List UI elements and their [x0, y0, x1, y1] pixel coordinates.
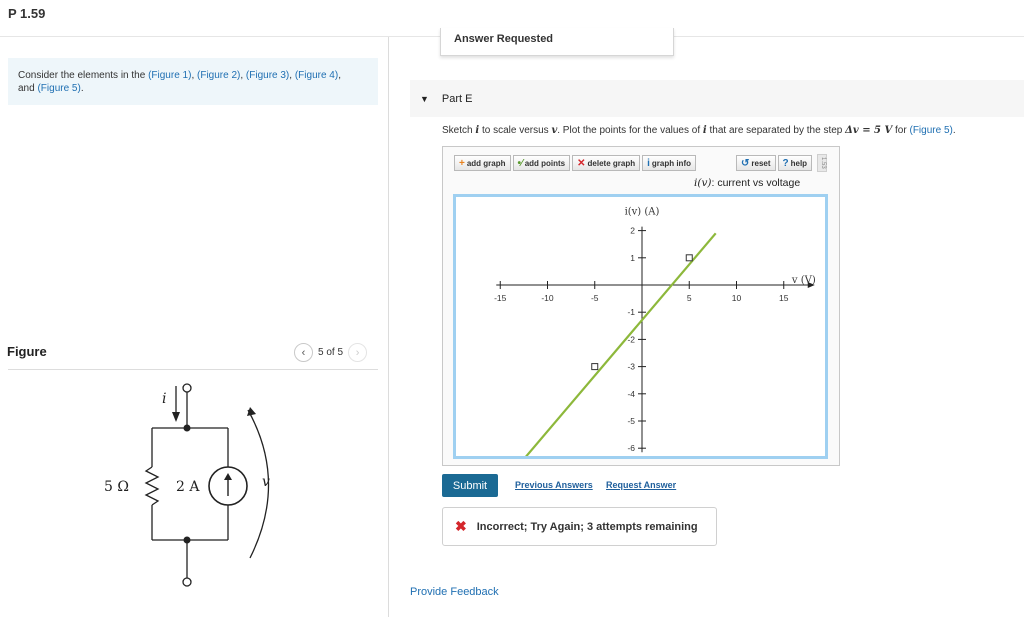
provide-feedback-link[interactable]: Provide Feedback	[410, 586, 499, 598]
resistor-symbol	[144, 466, 160, 506]
info-icon: i	[647, 157, 650, 169]
help-button[interactable]: ? help	[777, 155, 813, 171]
graph-toolbar-right: ↺ reset ? help	[736, 155, 813, 171]
resistor-label: 5 Ω	[104, 479, 129, 495]
feedback-message: ✖ Incorrect; Try Again; 3 attempts remai…	[442, 507, 717, 546]
graph-info-button[interactable]: i graph info	[642, 155, 696, 171]
y-tick-label: -1	[627, 307, 635, 317]
y-tick-label: 1	[630, 253, 635, 263]
prompt-figure-5-link[interactable]: (Figure 5)	[909, 125, 952, 136]
y-tick-label: -3	[627, 362, 635, 372]
answer-requested-tab[interactable]: Answer Requested	[440, 28, 674, 56]
circuit-diagram: i 5 Ω 2 A v	[104, 383, 270, 587]
part-title: Part E	[441, 92, 473, 105]
graph-canvas[interactable]: -15 -10 -5 5 10 15 2 1 -1 -2 -3 -4 -5 -6 i(v) (A) v (V)	[453, 194, 828, 459]
points-icon: •⁄	[517, 157, 523, 169]
figure-2-link[interactable]: (Figure 2)	[197, 70, 240, 81]
chart-svg[interactable]: -15 -10 -5 5 10 1521-1-2-3-4-5-6i(v) (A)v (V)	[456, 197, 825, 456]
figure-1-link[interactable]: (Figure 1)	[148, 70, 191, 81]
x-tick-label: 5	[687, 293, 692, 303]
current-label: i	[162, 391, 166, 407]
x-tick-label: -10	[541, 293, 554, 303]
y-tick-label: -5	[627, 416, 635, 426]
collapse-triangle-icon[interactable]: ▼	[420, 94, 429, 104]
figure-4-link[interactable]: (Figure 4)	[295, 70, 338, 81]
add-points-button[interactable]: •⁄ add points	[512, 155, 571, 171]
request-answer-link[interactable]: Request Answer	[606, 480, 676, 490]
chevron-left-icon[interactable]: ‹	[294, 343, 313, 362]
pager-count: 5 of 5	[318, 347, 344, 358]
chevron-right-icon[interactable]: ›	[348, 343, 368, 362]
help-icon: ?	[782, 157, 789, 169]
graph-title: i(v): current vs voltage	[694, 177, 801, 189]
top-terminal	[182, 383, 192, 393]
column-divider	[388, 37, 389, 617]
figure-heading: Figure	[7, 344, 47, 359]
x-mark-icon: ✖	[455, 518, 467, 534]
y-tick-label: -4	[627, 389, 635, 399]
data-point	[591, 363, 599, 371]
x-tick-label: -5	[591, 293, 599, 303]
bottom-terminal	[182, 577, 192, 587]
add-graph-button[interactable]: + add graph	[454, 155, 511, 171]
series-line	[525, 232, 717, 456]
plus-icon: +	[459, 157, 465, 169]
submit-button[interactable]: Submit	[442, 474, 498, 497]
part-e-header[interactable]: ▼ Part E	[410, 80, 1024, 117]
figure-divider	[8, 369, 378, 370]
problem-intro: Consider the elements in the (Figure 1),…	[8, 58, 378, 105]
reset-button[interactable]: ↺ reset	[736, 155, 776, 171]
version-tag: 1.53	[817, 154, 827, 172]
problem-title: P 1.59	[8, 6, 46, 21]
x-tick-label: 15	[779, 293, 789, 303]
y-axis-label: i(v) (A)	[625, 207, 660, 218]
x-tick-label: 10	[732, 293, 742, 303]
feedback-text: Incorrect; Try Again; 3 attempts remaini…	[476, 520, 698, 533]
figure-5-link[interactable]: (Figure 5)	[37, 83, 80, 94]
figure-pager: ‹ 5 of 5 ›	[294, 343, 368, 362]
x-tick-label: -15	[494, 293, 507, 303]
delete-x-icon: ✕	[577, 157, 586, 169]
source-label: 2 A	[176, 479, 200, 495]
data-point	[685, 254, 693, 262]
voltage-label: v	[262, 474, 270, 490]
delete-graph-button[interactable]: ✕ delete graph	[572, 155, 641, 171]
y-tick-label: -6	[627, 443, 635, 453]
reset-icon: ↺	[741, 157, 750, 169]
figure-3-link[interactable]: (Figure 3)	[246, 70, 289, 81]
y-tick-label: 2	[630, 226, 635, 236]
question-prompt: Sketch i to scale versus v. Plot the poi…	[442, 125, 956, 136]
x-axis-label: v (V)	[791, 275, 816, 286]
previous-answers-link[interactable]: Previous Answers	[515, 480, 593, 490]
graph-toolbar: + add graph •⁄ add points ✕ delete graph…	[454, 155, 696, 171]
